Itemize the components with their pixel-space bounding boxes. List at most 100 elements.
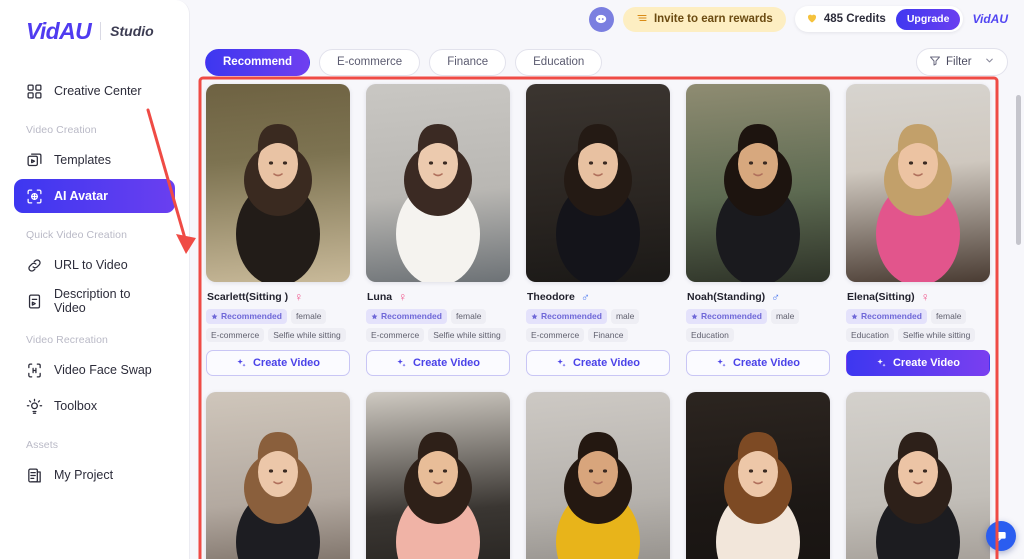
sidebar-group-label: Assets [26,439,59,451]
avatar-tag-list: Recommended female E-commerce Selfie while … [206,309,350,342]
gender-icon: ♀ [398,291,408,303]
avatar-card[interactable] [206,392,350,559]
avatar-card[interactable] [686,392,830,559]
top-bar: Invite to earn rewards 485 Credits Upgra… [190,0,1024,38]
chat-bubble-icon[interactable] [986,521,1016,551]
coin-icon [806,12,818,27]
sidebar-item-label: URL to Video [54,258,128,272]
bulb-icon [26,398,43,415]
sidebar-item-ai-avatar[interactable]: AI Avatar [14,179,175,213]
sidebar-item-creative-center[interactable]: Creative Center [14,74,175,108]
star-icon [371,313,378,319]
avatar-tag: Finance [588,327,629,342]
avatar-thumbnail[interactable] [206,392,350,559]
gender-icon: ♂ [580,291,590,303]
star-icon [851,313,858,319]
sidebar-item-toolbox[interactable]: Toolbox [14,389,175,423]
avatar-tag: male [610,309,640,324]
sidebar-item-video-face-swap[interactable]: Video Face Swap [14,353,175,387]
gift-icon [636,12,648,27]
sparkle-icon [237,358,246,367]
avatar-thumbnail[interactable] [526,84,670,282]
recommended-badge: Recommended [846,309,927,324]
grid-icon [26,83,43,100]
category-chip-e-commerce[interactable]: E-commerce [319,48,421,76]
sidebar-item-url-to-video[interactable]: URL to Video [14,248,175,282]
create-video-button[interactable]: Create Video [366,350,510,376]
avatar-card[interactable]: Scarlett(Sitting ) ♀ Recommended female E-co… [206,84,350,376]
avatar-name: Scarlett(Sitting ) ♀ [207,291,350,303]
star-icon [691,313,698,319]
avatar-thumbnail[interactable] [846,84,990,282]
sidebar-item-templates[interactable]: Templates [14,143,175,177]
mini-logo[interactable]: VidAU [972,12,1008,26]
recommended-badge: Recommended [206,309,287,324]
sidebar-item-description-to-video[interactable]: Description to Video [14,284,175,318]
avatar-card[interactable] [366,392,510,559]
avatar-name: Noah(Standing) ♂ [687,291,830,303]
avatar-thumbnail[interactable] [366,392,510,559]
avatar-tag: E-commerce [206,327,265,342]
sidebar-item-label: Video Face Swap [54,363,152,377]
avatar-tag: E-commerce [526,327,585,342]
avatar-card[interactable]: Luna ♀ Recommended female E-commerce Selfie w… [366,84,510,376]
avatar-tag: Selfie while sitting [428,327,506,342]
star-icon [531,313,538,319]
avatar-card[interactable]: Elena(Sitting) ♀ Recommended female Educatio… [846,84,990,376]
avatar-card[interactable]: Noah(Standing)♂ RecommendedmaleEducationS… [686,84,830,376]
recommended-label: Recommended [381,311,442,321]
category-chip-finance[interactable]: Finance [429,48,507,76]
avatar-name-text: Theodore [527,291,575,303]
brand-suffix: Studio [110,23,154,39]
sidebar-item-label: Toolbox [54,399,98,413]
avatar-thumbnail[interactable] [206,84,350,282]
recommended-badge: Recommended [686,309,767,324]
create-video-button[interactable]: Create Video [686,350,830,376]
avatar-tag-list: RecommendedmaleEducationStanding facing … [686,309,830,342]
brand-name: VidAU [26,17,92,44]
avatar-thumbnail[interactable] [366,84,510,282]
avatar-tag-list: Recommended female E-commerce Selfie while … [366,309,510,342]
category-filter-bar: Recommend E-commerce Finance Education Filt… [205,48,1008,76]
avatar-thumbnail[interactable] [526,392,670,559]
create-video-button[interactable]: Create Video [846,350,990,376]
credits-label: 485 Credits [823,13,886,25]
avatar-card[interactable] [846,392,990,559]
recommended-badge: Recommended [366,309,447,324]
filter-button[interactable]: Filter [916,48,1008,76]
vertical-scrollbar[interactable] [1016,95,1021,245]
avatar-thumbnail[interactable] [846,392,990,559]
create-video-button[interactable]: Create Video [526,350,670,376]
sidebar-item-label: AI Avatar [54,189,108,203]
sidebar-group-label: Quick Video Creation [26,229,128,241]
category-chip-recommend[interactable]: Recommend [205,48,311,76]
templates-icon [26,152,43,169]
avatar-card[interactable]: Theodore ♂ Recommended male E-commerce Financ… [526,84,670,376]
create-video-button[interactable]: Create Video [206,350,350,376]
brand-logo[interactable]: VidAU Studio [0,0,189,62]
avatar-grid: Scarlett(Sitting ) ♀ Recommended female E-co… [198,78,1014,559]
avatar-tag: E-commerce [366,327,425,342]
avatar-card[interactable] [526,392,670,559]
upgrade-button[interactable]: Upgrade [895,8,961,30]
avatar-grid-scroll-area[interactable]: Scarlett(Sitting ) ♀ Recommended female E-co… [198,78,1014,559]
filter-label: Filter [946,56,972,68]
avatar-tag: male [770,309,800,324]
avatar-name: Theodore ♂ [527,291,670,303]
category-chip-education[interactable]: Education [515,48,603,76]
sidebar-item-my-project[interactable]: My Project [14,458,175,492]
avatar-name-text: Noah(Standing) [687,291,766,303]
invite-to-earn-rewards-button[interactable]: Invite to earn rewards [622,6,786,32]
credits-display: 485 Credits Upgrade [794,6,964,32]
avatar-thumbnail[interactable] [686,392,830,559]
avatar-tag: Selfie while sitting [897,327,976,342]
sidebar-group-label: Video Creation [26,124,97,136]
avatar-thumbnail[interactable] [686,84,830,282]
sparkle-icon [877,358,886,367]
discord-icon[interactable] [588,6,614,32]
sidebar-item-label: Templates [54,153,111,167]
recommended-label: Recommended [221,311,282,321]
avatar-tag: female [930,309,967,324]
project-icon [26,467,43,484]
avatar-name-text: Luna [367,291,393,303]
